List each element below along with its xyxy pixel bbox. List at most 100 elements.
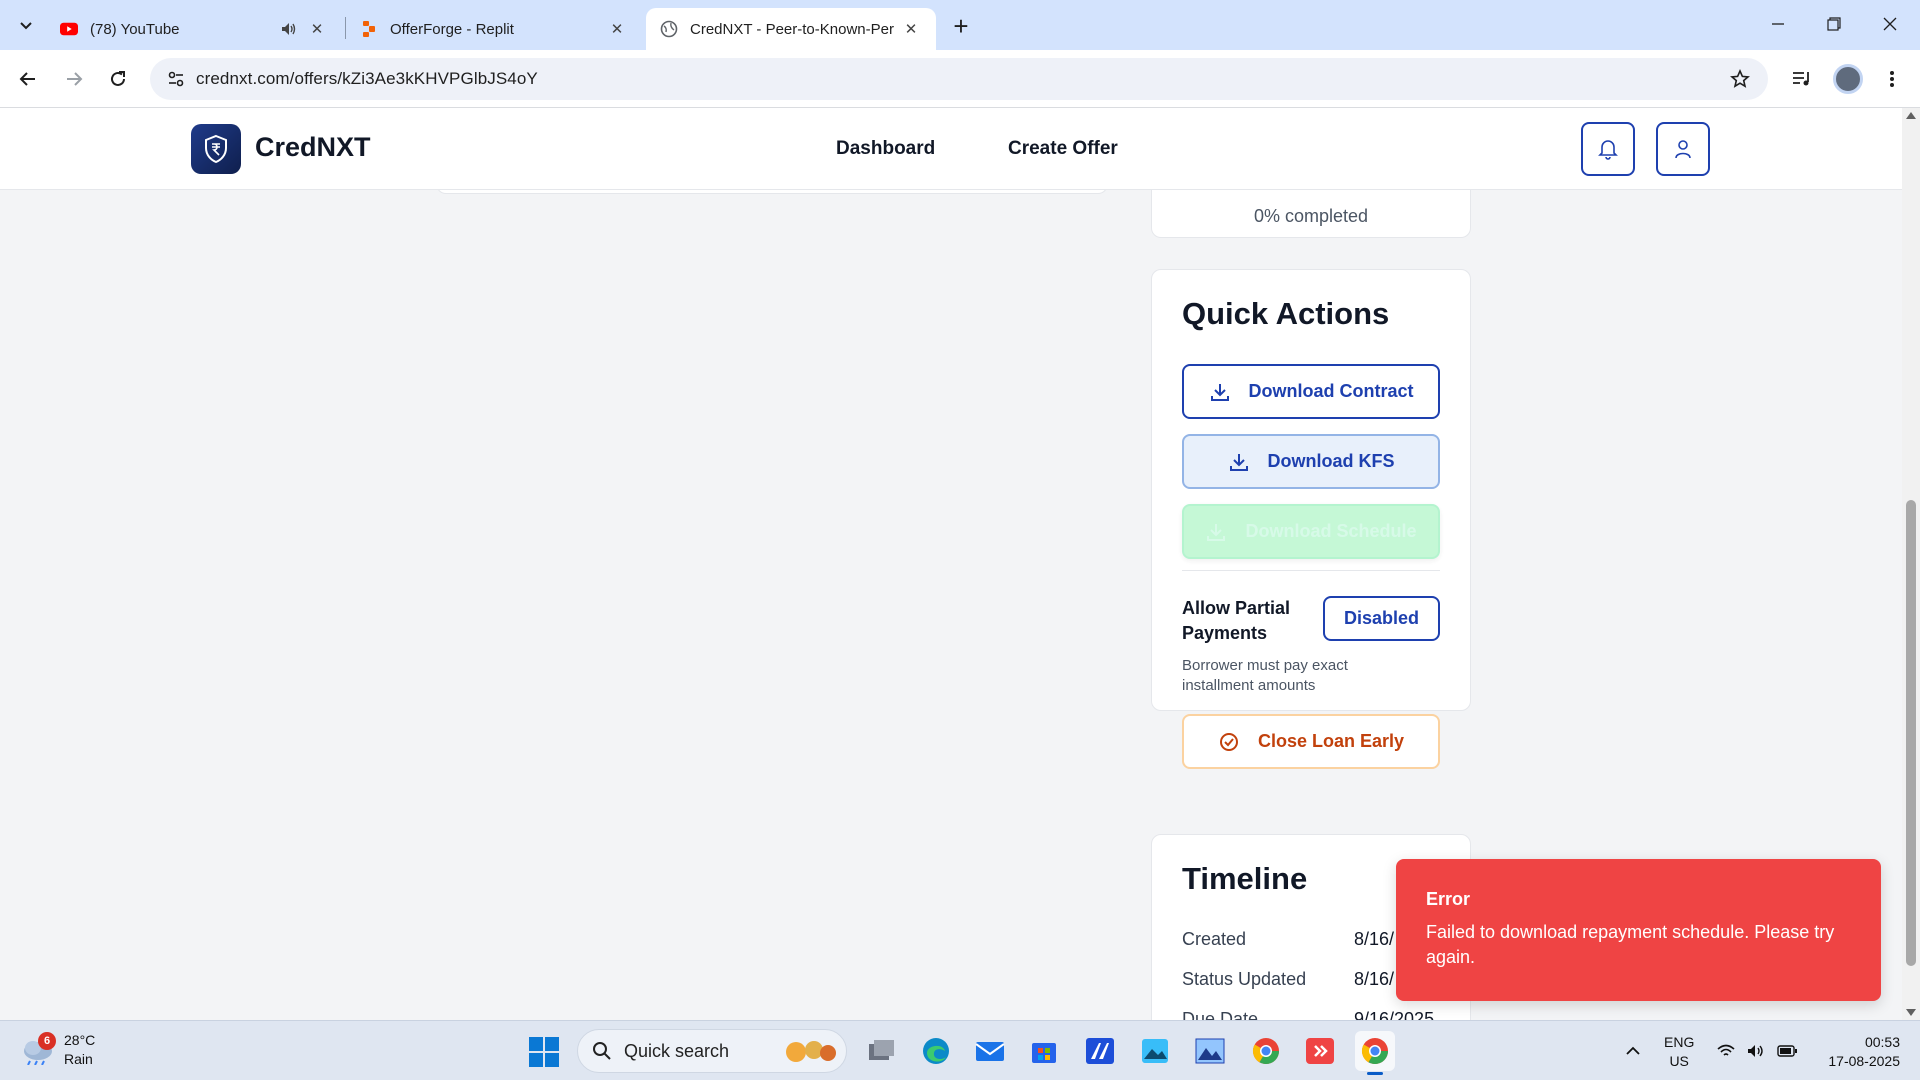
profile-avatar[interactable] [1830, 61, 1866, 97]
app-header: CredNXT Dashboard Create Offer [0, 108, 1902, 190]
tab-search-button[interactable] [10, 9, 42, 41]
edge-icon[interactable] [916, 1031, 956, 1071]
timeline-label: Created [1182, 929, 1247, 949]
chevron-up-icon[interactable] [1620, 1031, 1646, 1071]
reload-button[interactable] [100, 61, 136, 97]
crednxt-logo[interactable] [191, 124, 241, 174]
search-highlight-icon [786, 1041, 836, 1062]
weather-temp: 28°C [64, 1032, 96, 1048]
browser-menu-icon[interactable] [1874, 61, 1910, 97]
restore-icon [1827, 17, 1841, 31]
allow-partial-payments-label: Allow Partial Payments [1182, 598, 1291, 643]
tab-youtube[interactable]: (78) YouTube ✕ [46, 8, 342, 50]
scroll-up-arrow[interactable] [1906, 112, 1916, 119]
download-kfs-button[interactable]: Download KFS [1182, 434, 1440, 489]
speaker-icon[interactable] [278, 18, 300, 40]
anydesk-icon[interactable] [1300, 1031, 1340, 1071]
tab-close-icon[interactable]: ✕ [606, 18, 628, 40]
nav-create-offer[interactable]: Create Offer [1008, 138, 1118, 160]
mail-icon[interactable] [970, 1031, 1010, 1071]
check-circle-icon [1218, 731, 1240, 753]
weather-alert-badge: 6 [38, 1032, 56, 1050]
divider [1182, 570, 1440, 571]
tab-crednxt[interactable]: CredNXT - Peer-to-Known-Pers ✕ [646, 8, 936, 50]
back-button[interactable] [10, 61, 46, 97]
tab-title: CredNXT - Peer-to-Known-Pers [690, 20, 894, 38]
scroll-thumb[interactable] [1906, 500, 1916, 966]
close-loan-early-label: Close Loan Early [1257, 731, 1405, 751]
arrow-right-icon [67, 72, 83, 86]
bookmark-star-icon[interactable] [1724, 63, 1756, 95]
profile-button[interactable] [1656, 122, 1710, 176]
download-contract-label: Download Contract [1248, 381, 1414, 401]
scroll-down-arrow[interactable] [1906, 1009, 1916, 1016]
partial-payments-toggle[interactable]: Disabled [1323, 596, 1440, 641]
partial-payments-help: Borrower must pay exact installment amou… [1182, 657, 1348, 694]
tab-title: OfferForge - Replit [390, 20, 514, 38]
volume-icon[interactable] [1744, 1031, 1768, 1071]
chevron-down-icon [20, 22, 32, 30]
download-schedule-button[interactable]: Download Schedule [1182, 504, 1440, 559]
close-loan-early-button[interactable]: Close Loan Early [1182, 714, 1440, 769]
taskbar-search[interactable]: Quick search [577, 1029, 847, 1073]
download-icon [1228, 451, 1250, 473]
search-placeholder: Quick search [624, 1040, 730, 1061]
windows-taskbar: 6 28°C Rain Quick search ENG US 00:53 17… [0, 1020, 1920, 1080]
app-icon-blue[interactable] [1080, 1031, 1120, 1071]
user-icon [1675, 140, 1691, 159]
error-toast[interactable]: Error Failed to download repayment sched… [1396, 859, 1881, 1001]
input-language[interactable]: ENG US [1664, 1033, 1694, 1071]
site-info-icon[interactable] [160, 63, 192, 95]
new-tab-button[interactable]: + [945, 10, 977, 42]
globe-icon [660, 20, 678, 38]
battery-icon[interactable] [1774, 1031, 1800, 1071]
microsoft-store-icon[interactable] [1024, 1031, 1064, 1071]
brand-name[interactable]: CredNXT [255, 132, 371, 163]
close-icon [1883, 17, 1897, 31]
minimize-button[interactable] [1750, 0, 1806, 48]
page-viewport: 0% completed CredNXT Dashboard Create Of… [0, 108, 1902, 1020]
download-schedule-label: Download Schedule [1245, 521, 1417, 541]
close-window-button[interactable] [1862, 0, 1918, 48]
forward-button[interactable] [56, 61, 92, 97]
arrow-left-icon [19, 72, 35, 86]
download-kfs-label: Download KFS [1267, 451, 1395, 471]
minimize-icon [1772, 23, 1784, 25]
tab-close-icon[interactable]: ✕ [900, 18, 922, 40]
tab-replit[interactable]: OfferForge - Replit ✕ [346, 8, 642, 50]
timeline-label: Due Date [1182, 1009, 1259, 1020]
photos-icon[interactable] [1135, 1031, 1175, 1071]
system-clock[interactable]: 00:53 17-08-2025 [1815, 1033, 1900, 1071]
download-icon [1205, 521, 1227, 543]
timeline-value: 8/16/ [1354, 969, 1395, 989]
toast-message: Failed to download repayment schedule. P… [1426, 922, 1835, 967]
clock-time: 00:53 [1864, 1034, 1900, 1050]
chrome-active-icon[interactable] [1355, 1031, 1395, 1075]
media-control-icon[interactable] [1784, 61, 1820, 97]
notifications-button[interactable] [1581, 122, 1635, 176]
address-bar[interactable]: crednxt.com/offers/kZi3Ae3kKHVPGlbJS4oY [150, 58, 1768, 100]
page-scrollbar[interactable] [1902, 108, 1920, 1020]
nav-dashboard[interactable]: Dashboard [836, 138, 935, 160]
language-code: ENG [1664, 1034, 1695, 1050]
tab-title: (78) YouTube [90, 20, 180, 38]
progress-text: 0% completed [1253, 206, 1369, 226]
quick-actions-card: Quick Actions Download Contract Download… [1151, 269, 1471, 769]
url-text: crednxt.com/offers/kZi3Ae3kKHVPGlbJS4oY [196, 69, 538, 88]
chrome-icon[interactable] [1246, 1031, 1286, 1071]
clock-date: 17-08-2025 [1828, 1053, 1900, 1069]
task-view-icon[interactable] [862, 1031, 902, 1071]
toast-title: Error [1426, 889, 1471, 909]
shield-rupee-icon [205, 134, 227, 164]
rain-cloud-icon: 6 [20, 1032, 56, 1066]
restore-button[interactable] [1806, 0, 1862, 48]
quick-actions-title: Quick Actions [1182, 296, 1390, 331]
tab-close-icon[interactable]: ✕ [306, 18, 328, 40]
replit-icon [360, 20, 378, 38]
timeline-value: 9/16/2025 [1354, 1009, 1435, 1020]
start-button[interactable] [529, 1037, 559, 1067]
image-viewer-icon[interactable] [1190, 1031, 1230, 1071]
wifi-icon[interactable] [1714, 1031, 1738, 1071]
download-contract-button[interactable]: Download Contract [1182, 364, 1440, 419]
weather-widget[interactable]: 6 28°C Rain [20, 1031, 95, 1069]
